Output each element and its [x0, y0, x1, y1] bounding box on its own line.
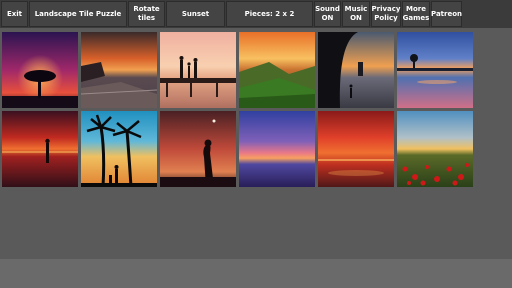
puzzle-thumbnail-palms[interactable]	[81, 111, 157, 187]
exit-button[interactable]: Exit	[1, 1, 28, 27]
puzzle-thumbnail-pier-family[interactable]	[160, 32, 236, 108]
top-toolbar: Exit Landscape Tile Puzzle Rotate tiles …	[0, 0, 512, 28]
puzzle-thumbnail-poppy-field[interactable]	[397, 111, 473, 187]
category-button[interactable]: Sunset	[166, 1, 225, 27]
puzzle-thumbnail-red-sea-silhouette[interactable]	[2, 111, 78, 187]
rotate-tiles-button[interactable]: Rotate tiles	[128, 1, 165, 27]
privacy-policy-button[interactable]: Privacy Policy	[371, 1, 401, 27]
puzzle-thumbnail-coast[interactable]	[81, 32, 157, 108]
puzzle-thumbnail-red-clouds[interactable]	[318, 111, 394, 187]
puzzle-thumbnail-island-tree[interactable]	[397, 32, 473, 108]
puzzle-thumbnail-woman-silhouette[interactable]	[160, 111, 236, 187]
puzzle-thumbnail-cave-beach[interactable]	[318, 32, 394, 108]
more-games-button[interactable]: More Games	[402, 1, 430, 27]
puzzle-thumbnail-purple-sea[interactable]	[239, 111, 315, 187]
pieces-button[interactable]: Pieces: 2 x 2	[226, 1, 313, 27]
music-toggle[interactable]: Music ON	[342, 1, 370, 27]
patreon-button[interactable]: Patreon	[431, 1, 462, 27]
sound-toggle[interactable]: Sound ON	[314, 1, 341, 27]
bottom-bar	[0, 259, 512, 288]
game-title: Landscape Tile Puzzle	[29, 1, 127, 27]
puzzle-selection-grid	[0, 28, 512, 259]
puzzle-thumbnail-tree[interactable]	[2, 32, 78, 108]
puzzle-thumbnail-hills[interactable]	[239, 32, 315, 108]
